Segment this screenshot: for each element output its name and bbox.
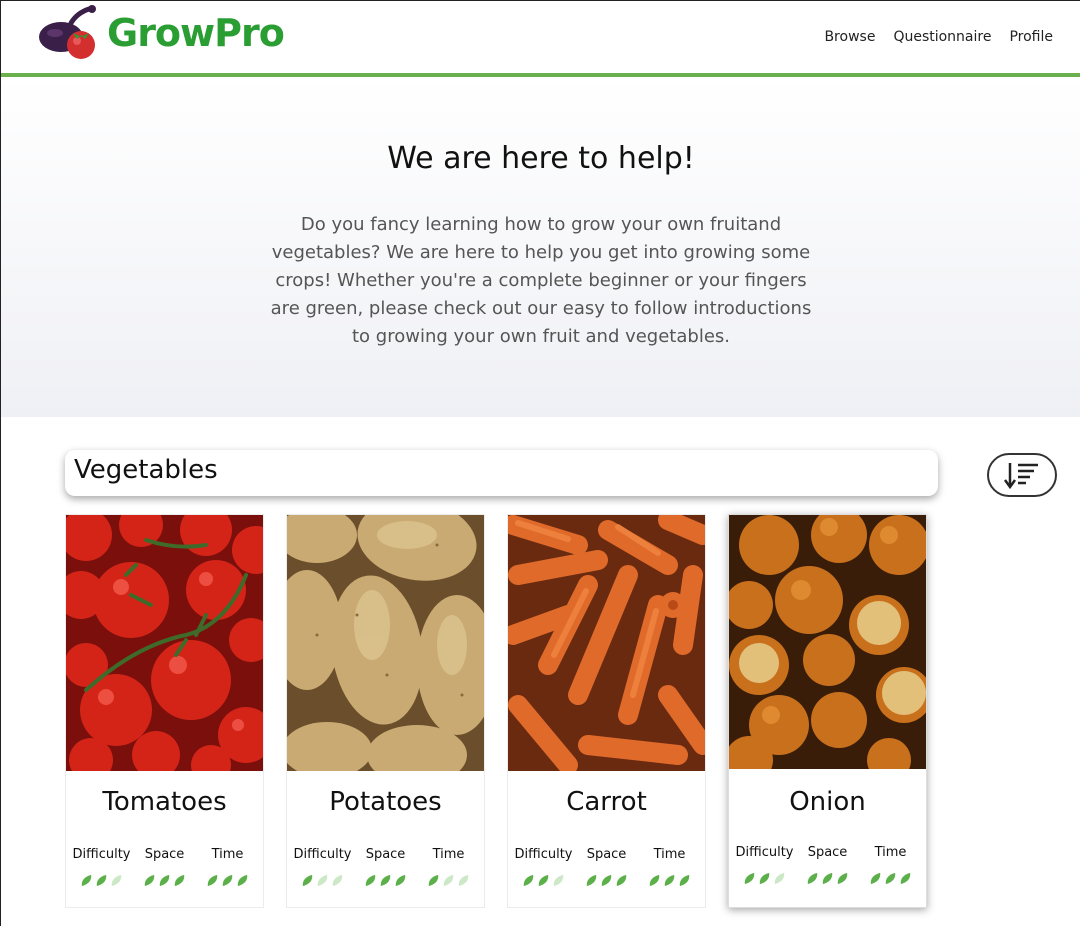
space-label: Space (807, 845, 848, 860)
main-nav: Browse Questionnaire Profile (824, 29, 1053, 45)
leaf-icon (601, 874, 612, 887)
leaf-icon (159, 874, 170, 887)
card-stats: Difficulty Space Time (66, 847, 263, 887)
section-header: Vegetables (65, 450, 938, 496)
sort-button[interactable] (987, 453, 1057, 497)
leaf-icon (302, 874, 313, 887)
crop-card-onion[interactable]: Onion Difficulty Space Time (728, 514, 927, 908)
hero-section: We are here to help! Do you fancy learni… (1, 77, 1080, 417)
card-title: Onion (789, 787, 866, 817)
leaf-icon (332, 874, 343, 887)
card-stats: Difficulty Space Time (287, 847, 484, 887)
growpro-logo[interactable]: GrowPro (37, 3, 285, 63)
leaf-icon (885, 872, 896, 885)
section-title: Vegetables (74, 455, 218, 485)
leaf-icon (458, 874, 469, 887)
leaf-icon (428, 874, 439, 887)
card-stats: Difficulty Space Time (508, 847, 705, 887)
leaf-icon (523, 874, 534, 887)
leaf-icon (538, 874, 549, 887)
time-rating (196, 874, 259, 887)
space-rating (354, 874, 417, 887)
hero-title: We are here to help! (387, 141, 695, 176)
difficulty-label: Difficulty (514, 847, 573, 862)
potatoes-photo (287, 515, 484, 771)
time-rating (638, 874, 701, 887)
leaf-icon (174, 874, 185, 887)
leaf-icon (207, 874, 218, 887)
tomatoes-photo (66, 515, 263, 771)
time-rating (859, 872, 922, 885)
leaf-icon (679, 874, 690, 887)
difficulty-rating (512, 874, 575, 887)
space-rating (796, 872, 859, 885)
leaf-icon (144, 874, 155, 887)
space-label: Space (144, 847, 185, 862)
difficulty-rating (291, 874, 354, 887)
leaf-icon (664, 874, 675, 887)
crop-card-carrot[interactable]: Carrot Difficulty Space Time (507, 514, 706, 908)
card-title: Carrot (566, 787, 647, 817)
nav-questionnaire[interactable]: Questionnaire (893, 29, 991, 45)
crop-card-potatoes[interactable]: Potatoes Difficulty Space Time (286, 514, 485, 908)
leaf-icon (649, 874, 660, 887)
leaf-icon (774, 872, 785, 885)
sort-descending-icon (1003, 463, 1038, 490)
time-label: Time (874, 845, 907, 860)
card-stats: Difficulty Space Time (729, 845, 926, 885)
site-header: GrowPro Browse Questionnaire Profile (1, 1, 1080, 77)
space-rating (575, 874, 638, 887)
time-label: Time (432, 847, 465, 862)
leaf-icon (837, 872, 848, 885)
time-label: Time (211, 847, 244, 862)
difficulty-rating (733, 872, 796, 885)
leaf-icon (81, 874, 92, 887)
time-label: Time (653, 847, 686, 862)
leaf-icon (744, 872, 755, 885)
time-rating (417, 874, 480, 887)
difficulty-rating (70, 874, 133, 887)
space-label: Space (586, 847, 627, 862)
leaf-icon (365, 874, 376, 887)
vegetable-logo-icon (39, 5, 96, 59)
leaf-icon (807, 872, 818, 885)
leaf-icon (553, 874, 564, 887)
leaf-icon (237, 874, 248, 887)
leaf-icon (759, 872, 770, 885)
carrots-photo (508, 515, 705, 771)
crop-card-tomatoes[interactable]: Tomatoes Difficulty Space Time (65, 514, 264, 908)
nav-browse[interactable]: Browse (824, 29, 875, 45)
difficulty-label: Difficulty (735, 845, 794, 860)
onions-photo (729, 515, 926, 769)
brand-name: GrowPro (107, 11, 285, 55)
leaf-icon (96, 874, 107, 887)
nav-profile[interactable]: Profile (1009, 29, 1053, 45)
leaf-icon (870, 872, 881, 885)
leaf-icon (900, 872, 911, 885)
card-title: Tomatoes (102, 787, 227, 817)
hero-description: Do you fancy learning how to grow your o… (270, 214, 812, 347)
space-label: Space (365, 847, 406, 862)
space-rating (133, 874, 196, 887)
card-title: Potatoes (329, 787, 442, 817)
leaf-icon (317, 874, 328, 887)
leaf-icon (222, 874, 233, 887)
leaf-icon (395, 874, 406, 887)
leaf-icon (586, 874, 597, 887)
leaf-icon (822, 872, 833, 885)
difficulty-label: Difficulty (293, 847, 352, 862)
leaf-icon (380, 874, 391, 887)
leaf-icon (111, 874, 122, 887)
difficulty-label: Difficulty (72, 847, 131, 862)
leaf-icon (616, 874, 627, 887)
leaf-icon (443, 874, 454, 887)
